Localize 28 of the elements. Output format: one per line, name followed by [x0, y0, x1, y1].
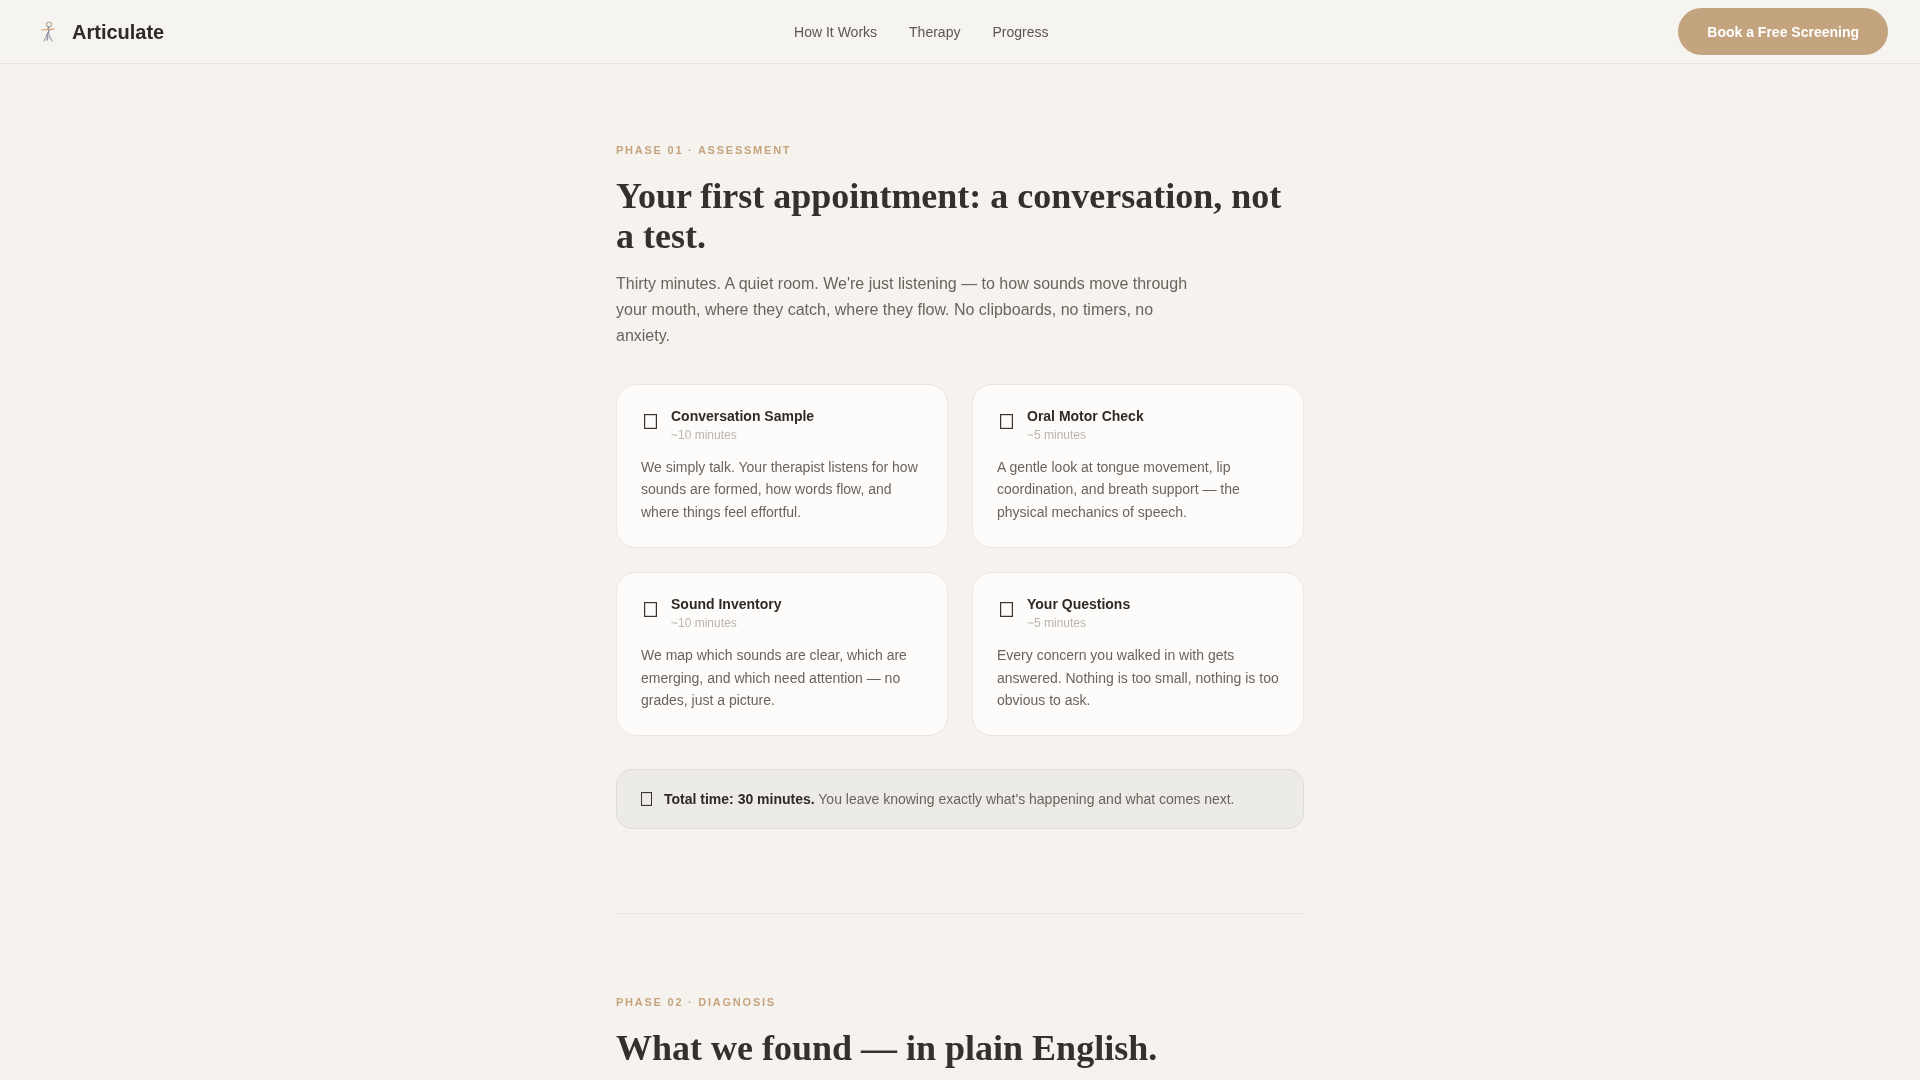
step-duration: ~5 minutes: [1027, 615, 1088, 633]
step-title: Your Questions: [1027, 595, 1131, 615]
rectangle-outline-icon: [1000, 602, 1013, 618]
section-heading: Your first appointment: a conversation, not a test.: [616, 176, 1283, 256]
rectangle-outline-icon: [644, 602, 657, 618]
step-title: Sound Inventory: [671, 595, 782, 615]
step-description: Every concern you walked in with gets answered. Nothing is too small, nothing is too obvious to ask.: [997, 646, 1279, 711]
step-title: Oral Motor Check: [1027, 407, 1144, 426]
step-description: We map which sounds are clear, which are emerging, and which need attention — no grades, just a picture.: [641, 646, 908, 711]
phase-label: PHASE 01 · ASSESSMENT: [616, 143, 793, 158]
section-heading: What we found — in plain English.: [616, 1028, 1159, 1069]
nav-link[interactable]: Progress: [992, 21, 1049, 42]
step-description: We simply talk. Your therapist listens for how sounds are formed, how words flow, and where things feel effortful.: [641, 458, 919, 522]
figure-icon: [40, 21, 56, 42]
nav-link[interactable]: How It Works: [794, 21, 878, 42]
step-duration: ~10 minutes: [671, 427, 738, 444]
step-duration: ~5 minutes: [1027, 427, 1088, 444]
intro-paragraph: Thirty minutes. A quiet room. We're just listening — to how sounds move through your mouth, where they catch, where they flow. No clipboards, no timers, no anxiety.: [616, 274, 1189, 346]
brand-name[interactable]: Articulate: [72, 19, 165, 44]
rectangle-outline-icon: [1000, 414, 1013, 429]
rectangle-outline-icon: [641, 792, 652, 807]
step-title: Conversation Sample: [671, 407, 815, 426]
phase-label: PHASE 02 · DIAGNOSIS: [616, 995, 777, 1011]
summary-text: Total time: 30 minutes. You leave knowing exactly what's happening and what comes next.: [664, 790, 1235, 810]
step-description: A gentle look at tongue movement, lip coordination, and breath support — the physical mechanics of speech.: [997, 458, 1241, 522]
nav-link[interactable]: Therapy: [909, 21, 961, 42]
step-duration: ~10 minutes: [671, 615, 738, 633]
rectangle-outline-icon: [644, 414, 657, 429]
